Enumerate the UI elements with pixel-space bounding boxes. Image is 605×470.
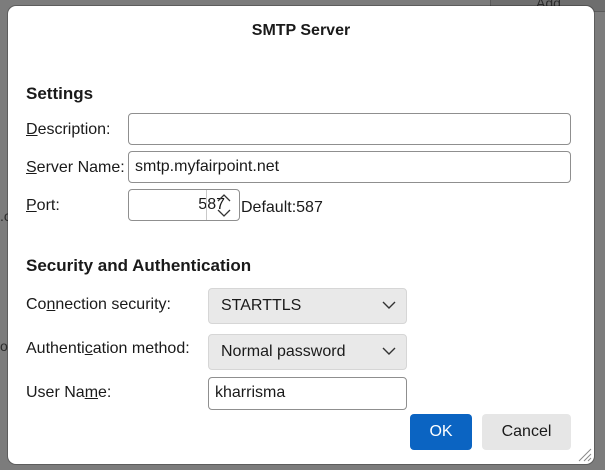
server-name-label: Server Name: <box>26 159 125 176</box>
auth-method-select[interactable]: Normal password <box>208 334 407 370</box>
server-name-input[interactable]: smtp.myfairpoint.net <box>128 151 571 183</box>
chevron-up-icon <box>217 193 230 201</box>
connection-security-label: Connection security: <box>26 296 171 313</box>
description-input[interactable] <box>128 113 571 145</box>
chevron-down-icon <box>382 301 396 309</box>
dialog-title: SMTP Server <box>251 22 351 39</box>
resize-grip-icon[interactable] <box>576 446 592 462</box>
chevron-down-icon <box>217 209 230 217</box>
settings-heading: Settings <box>26 84 94 103</box>
port-spinner <box>206 190 240 220</box>
ok-button[interactable]: OK <box>410 414 472 450</box>
port-decrement-button[interactable] <box>207 205 240 220</box>
port-default-text: Default:587 <box>241 199 323 216</box>
description-label: Description: <box>26 121 111 138</box>
auth-method-value: Normal password <box>221 343 346 360</box>
cancel-button[interactable]: Cancel <box>482 414 571 450</box>
port-label: Port: <box>26 197 60 214</box>
security-heading: Security and Authentication <box>26 256 252 275</box>
user-name-input[interactable]: kharrisma <box>208 377 407 410</box>
user-name-label: User Name: <box>26 384 112 401</box>
auth-method-label: Authentication method: <box>26 340 190 357</box>
smtp-server-dialog: SMTP Server Settings Description: Server… <box>8 6 594 464</box>
port-increment-button[interactable] <box>207 190 240 205</box>
chevron-down-icon <box>382 347 396 355</box>
connection-security-value: STARTTLS <box>221 297 302 314</box>
connection-security-select[interactable]: STARTTLS <box>208 288 407 324</box>
